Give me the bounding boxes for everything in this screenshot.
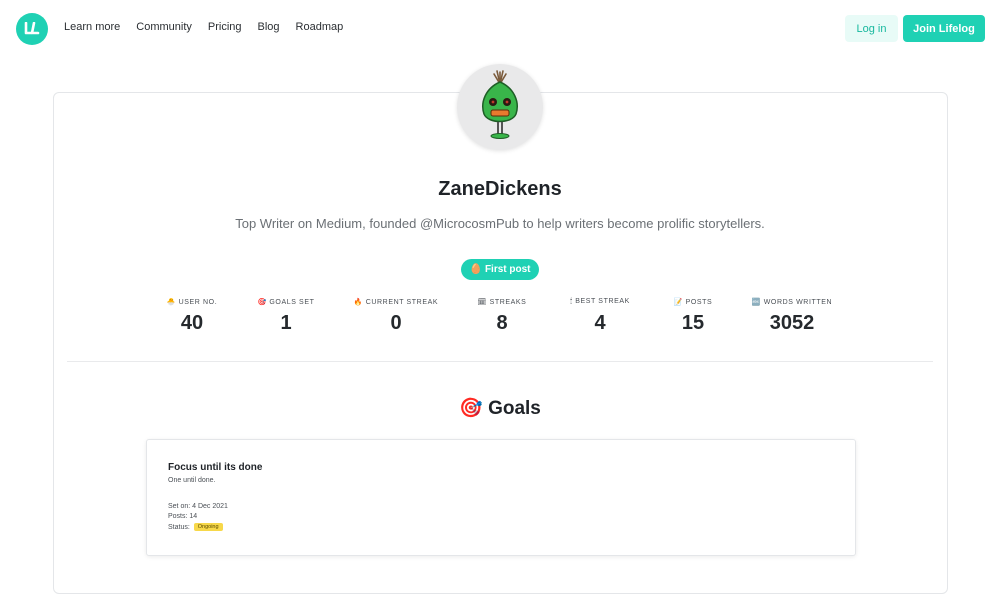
goal-card[interactable]: Focus until its done One until done. Set…	[146, 439, 856, 556]
goals-heading-text: Goals	[488, 398, 541, 419]
stat-value: 40	[180, 312, 204, 334]
avatar	[457, 64, 543, 150]
stat-user-no: 🐣 USER NO. 40	[162, 298, 222, 335]
nav-link-roadmap[interactable]: Roadmap	[296, 21, 344, 33]
candle-icon: 🕯	[570, 298, 573, 305]
login-button[interactable]: Log in	[845, 15, 898, 42]
target-icon: 🎯	[459, 398, 483, 419]
stat-label: USER NO.	[178, 299, 218, 306]
lifelog-logo[interactable]	[16, 13, 48, 45]
chick-icon: 🐣	[166, 299, 177, 306]
stat-label: POSTS	[685, 299, 713, 306]
stat-value: 1	[280, 312, 292, 334]
stat-goals-set: 🎯 GOALS SET 1	[250, 298, 322, 335]
memo-icon: 📝	[673, 299, 684, 306]
first-post-badge: 🥚 First post	[461, 259, 539, 280]
egg-icon: 🥚	[469, 264, 482, 275]
goal-status-label: Status:	[168, 523, 190, 531]
stat-label: STREAKS	[489, 299, 527, 306]
stat-label: CURRENT STREAK	[365, 299, 439, 306]
status-badge: Ongoing	[193, 523, 223, 531]
goal-title: Focus until its done	[168, 462, 263, 473]
stat-streaks: 🗓 STREAKS 8	[472, 298, 532, 335]
stat-value: 3052	[769, 312, 815, 334]
stat-label: BEST STREAK	[575, 298, 630, 305]
stat-posts: 📝 POSTS 15	[666, 298, 720, 335]
stat-value: 0	[390, 312, 402, 334]
target-icon: 🎯	[257, 299, 267, 306]
nav-link-learn-more[interactable]: Learn more	[64, 21, 120, 33]
nav-link-pricing[interactable]: Pricing	[208, 21, 242, 33]
fire-icon: 🔥	[353, 299, 364, 306]
avatar-creature-icon	[482, 70, 518, 139]
badge-label: First post	[484, 264, 531, 275]
profile-username: ZaneDickens	[438, 178, 562, 200]
top-nav: Learn more Community Pricing Blog Roadma…	[0, 0, 1000, 58]
goal-description: One until done.	[168, 477, 216, 484]
stat-value: 15	[681, 312, 705, 334]
stat-words-written: 🔤 WORDS WRITTEN 3052	[746, 298, 838, 335]
stat-value: 4	[594, 312, 606, 334]
nav-link-community[interactable]: Community	[136, 21, 192, 33]
stat-value: 8	[496, 312, 508, 334]
stat-label: WORDS WRITTEN	[763, 299, 833, 306]
join-button[interactable]: Join Lifelog	[903, 15, 985, 42]
goal-posts: Posts: 14	[168, 513, 198, 520]
goals-heading: 🎯 Goals	[0, 396, 1000, 420]
calendar-icon: 🗓	[477, 299, 488, 306]
letters-icon: 🔤	[751, 299, 762, 306]
profile-bio: Top Writer on Medium, founded @Microcosm…	[235, 216, 765, 231]
section-divider	[67, 361, 933, 362]
stat-best-streak: 🕯 BEST STREAK 4	[560, 298, 640, 335]
nav-link-blog[interactable]: Blog	[258, 21, 280, 33]
stat-label: GOALS SET	[269, 299, 315, 306]
goal-set-on: Set on: 4 Dec 2021	[168, 503, 228, 510]
nav-links: Learn more Community Pricing Blog Roadma…	[64, 21, 343, 33]
goal-status: Status: Ongoing	[168, 523, 223, 531]
stat-current-streak: 🔥 CURRENT STREAK 0	[348, 298, 444, 335]
